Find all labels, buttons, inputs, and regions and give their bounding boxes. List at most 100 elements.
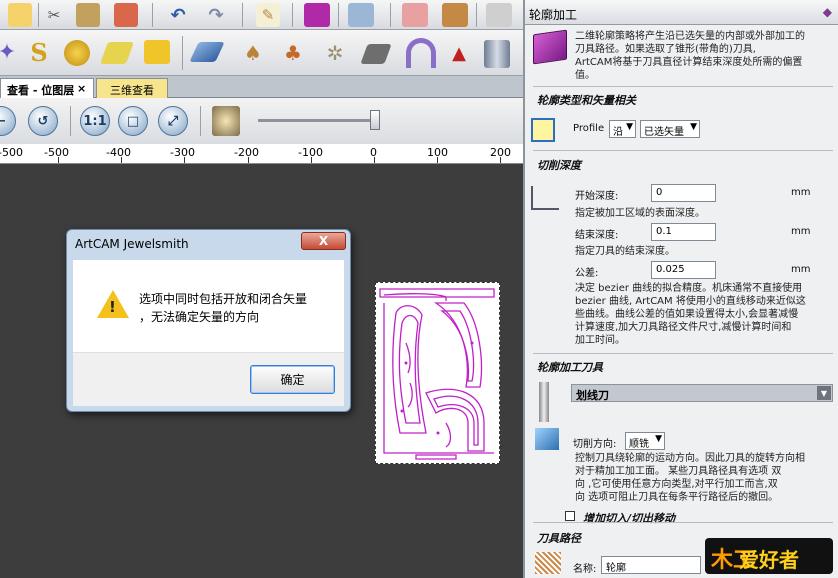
tab-2d-view-label: 查看 - 位图层 bbox=[7, 84, 75, 97]
cut-direction-value: 顺铣 bbox=[629, 439, 649, 450]
end-depth-input[interactable]: 0.1 bbox=[651, 223, 716, 241]
spin-icon[interactable]: ✲ bbox=[322, 40, 348, 66]
start-depth-unit: mm bbox=[791, 187, 811, 198]
book-icon[interactable] bbox=[304, 3, 330, 27]
ruler-label: -500 bbox=[44, 146, 69, 159]
brightness-slider-thumb[interactable] bbox=[370, 110, 380, 130]
copy-icon[interactable] bbox=[76, 3, 100, 27]
robot-icon[interactable] bbox=[486, 3, 512, 27]
close-icon[interactable]: × bbox=[77, 82, 86, 95]
paste-icon[interactable] bbox=[114, 3, 138, 27]
zoom-previous-icon[interactable]: ↺ bbox=[28, 106, 58, 136]
tolerance-hint-line: 决定 bezier 曲线的拟合精度。机床通常不直接使用 bbox=[575, 283, 803, 294]
end-depth-hint: 指定刀具的结束深度。 bbox=[575, 246, 675, 257]
panel-intro-line: 刀具路径。如果选取了锥形(带角的)刀具, bbox=[575, 44, 756, 55]
zoom-out-icon[interactable]: − bbox=[0, 106, 16, 136]
lamp-icon[interactable]: ♠ bbox=[240, 40, 266, 66]
dialog-message-line1: 选项中同时包括开放和闭合矢量 bbox=[139, 292, 308, 306]
bear-icon[interactable] bbox=[442, 3, 468, 27]
tolerance-input[interactable]: 0.025 bbox=[651, 261, 716, 279]
undo-icon[interactable]: ↶ bbox=[166, 3, 190, 27]
section-leadin-title: 增加切入/切出移动 bbox=[583, 512, 676, 525]
vector-artwork[interactable] bbox=[375, 282, 500, 464]
profile-label: Profile bbox=[573, 123, 605, 134]
profile-vectors-select[interactable]: 已选矢量 ▼ bbox=[640, 120, 700, 138]
section-tool-title: 轮廓加工刀具 bbox=[537, 361, 603, 374]
cut-direction-hint-line: 向 选项可阻止刀具在每条平行路径后的撤回。 bbox=[575, 492, 779, 503]
tab-2d-view[interactable]: 查看 - 位图层 × bbox=[0, 78, 94, 98]
toolpath-name-input[interactable]: 轮廓 bbox=[601, 556, 701, 574]
view-tabs: 查看 - 位图层 × 三维查看 bbox=[0, 76, 523, 98]
tool-selector[interactable]: 划线刀 ▼ bbox=[571, 384, 833, 402]
mushroom-icon[interactable]: ♣ bbox=[280, 40, 306, 66]
star-icon[interactable]: ✦ bbox=[0, 38, 16, 66]
ruler-label: -500 bbox=[0, 146, 23, 159]
book-icon bbox=[533, 29, 567, 65]
ruler-label: -400 bbox=[106, 146, 131, 159]
render-icon[interactable] bbox=[212, 106, 240, 136]
warning-dialog: ArtCAM Jewelsmith X ! 选项中同时包括开放和闭合矢量 ，无法… bbox=[66, 229, 351, 412]
profile-icon bbox=[531, 118, 555, 142]
profile-machining-panel: 轮廓加工 ◆ 二维轮廓策略将产生沿已选矢量的内部或外部加工的 刀具路径。如果选取… bbox=[523, 0, 838, 578]
tolerance-hint-line: bezier 曲线, ArtCAM 将使用小的直线移动来近似这 bbox=[575, 296, 806, 307]
folder-icon[interactable] bbox=[8, 3, 32, 27]
ruler-label: -300 bbox=[170, 146, 195, 159]
block-icon[interactable] bbox=[360, 44, 392, 64]
tool-name: 划线刀 bbox=[576, 389, 609, 402]
tools-toolbar: ✦ S ♠ ♣ ✲ ▲ bbox=[0, 30, 523, 76]
paint-icon[interactable] bbox=[348, 3, 374, 27]
cut-direction-hint-line: 控制刀具绕轮廓的运动方向。因此刀具的旋转方向相 bbox=[575, 453, 805, 464]
start-depth-hint: 指定被加工区域的表面深度。 bbox=[575, 208, 705, 219]
horizontal-ruler: -500 -500 -400 -300 -200 -100 0 100 200 bbox=[0, 144, 523, 164]
lead-in-checkbox[interactable] bbox=[565, 511, 575, 521]
toolpath-icon bbox=[535, 552, 561, 574]
zoom-fit-icon[interactable]: □ bbox=[118, 106, 148, 136]
panel-header: 轮廓加工 ◆ bbox=[525, 0, 838, 25]
jewelry-vectors bbox=[379, 288, 495, 460]
section-depth-title: 切削深度 bbox=[537, 159, 581, 172]
figure-icon[interactable] bbox=[402, 3, 428, 27]
surface-icon[interactable] bbox=[189, 42, 225, 62]
brightness-slider-track[interactable] bbox=[258, 119, 378, 122]
toolpath-name-label: 名称: bbox=[573, 564, 597, 575]
panel-intro-line: ArtCAM将基于刀具直径计算结束深度处所需的偏置 bbox=[575, 57, 803, 68]
dialog-message-line2: ，无法确定矢量的方向 bbox=[139, 310, 260, 324]
pin-icon[interactable]: ◆ bbox=[823, 5, 832, 19]
cut-direction-label: 切削方向: bbox=[573, 439, 617, 450]
watermark-logo: 木工 爱好者 bbox=[705, 538, 833, 574]
main-toolbar: ✂ ↶ ↷ ✎ bbox=[0, 0, 523, 30]
arch-icon[interactable] bbox=[406, 38, 436, 68]
celtic-knot-icon[interactable] bbox=[64, 40, 90, 66]
star-relief-icon[interactable] bbox=[144, 40, 170, 64]
end-depth-label: 结束深度: bbox=[575, 230, 619, 241]
hat-icon[interactable]: ▲ bbox=[446, 40, 472, 66]
chevron-down-icon: ▼ bbox=[690, 122, 697, 132]
tolerance-unit: mm bbox=[791, 264, 811, 275]
tolerance-label: 公差: bbox=[575, 268, 599, 279]
pillar-icon[interactable] bbox=[484, 40, 510, 68]
dialog-close-button[interactable]: X bbox=[301, 232, 346, 250]
warning-icon-mark: ! bbox=[109, 298, 116, 316]
ok-button[interactable]: 确定 bbox=[250, 365, 335, 394]
dialog-body: ! 选项中同时包括开放和闭合矢量 ，无法确定矢量的方向 bbox=[73, 260, 344, 352]
cut-direction-select[interactable]: 顺铣 ▼ bbox=[625, 432, 665, 450]
chevron-down-icon: ▼ bbox=[626, 122, 633, 132]
notepad-icon[interactable]: ✎ bbox=[256, 3, 280, 27]
zoom-1to1-icon[interactable]: 1:1 bbox=[80, 106, 110, 136]
plane-icon[interactable] bbox=[99, 42, 135, 64]
text-s-icon[interactable]: S bbox=[26, 38, 52, 67]
chevron-down-icon[interactable]: ▼ bbox=[817, 386, 831, 400]
section-profile-title: 轮廓类型和矢量相关 bbox=[537, 94, 636, 107]
ruler-label: -200 bbox=[234, 146, 259, 159]
zoom-all-icon[interactable]: ⤢ bbox=[158, 106, 188, 136]
chevron-down-icon: ▼ bbox=[655, 434, 662, 444]
tolerance-hint-line: 加工时间。 bbox=[575, 335, 625, 346]
redo-icon[interactable]: ↷ bbox=[204, 3, 228, 27]
cut-icon[interactable]: ✂ bbox=[42, 3, 66, 27]
engraving-tool-icon bbox=[539, 382, 549, 422]
profile-side-select[interactable]: 沿 ▼ bbox=[609, 120, 636, 138]
profile-vectors-value: 已选矢量 bbox=[644, 127, 684, 138]
tab-3d-view[interactable]: 三维查看 bbox=[96, 78, 168, 98]
start-depth-input[interactable]: 0 bbox=[651, 184, 716, 202]
profile-side-value: 沿 bbox=[613, 127, 623, 138]
